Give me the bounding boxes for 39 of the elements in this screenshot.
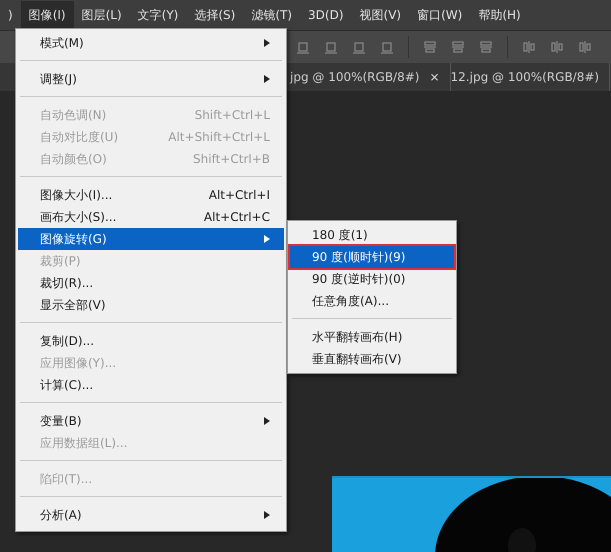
menu-bar-item[interactable]: 帮助(H) [470,0,529,30]
menu-item[interactable]: 复制(D)... [18,330,284,352]
menu-bar-item[interactable]: 选择(S) [186,0,244,30]
menu-bar-item[interactable]: 图层(L) [74,0,130,30]
menu-item[interactable]: 画布大小(S)... Alt+Ctrl+C [18,206,284,228]
align-icon[interactable] [423,40,437,54]
menu-bar-item[interactable]: 图像(I) [20,0,74,30]
align-icon[interactable] [479,40,493,54]
menu-bar-item[interactable]: 3D(D) [300,2,352,28]
align-icon[interactable] [352,40,366,54]
menu-bar-item[interactable]: 文字(Y) [130,0,186,30]
menu-item[interactable]: 水平翻转画布(H) [290,326,454,348]
tab-title: 12.jpg @ 100%(RGB/8#) [450,70,600,84]
close-tab-button[interactable]: × [429,70,440,84]
menu-item[interactable]: 任意角度(A)... [290,290,454,312]
align-icon[interactable] [324,40,338,54]
align-icon[interactable] [296,40,310,54]
align-icon[interactable] [451,40,465,54]
menu-item[interactable]: 变量(B) [18,410,284,432]
menu-bar-item[interactable]: 视图(V) [352,0,410,30]
menu-item[interactable]: 图像旋转(G) [18,228,284,250]
menu-bar-item[interactable]: ) [0,2,21,28]
menu-item[interactable]: 90 度(逆时针)(0) [290,268,454,290]
menu-item[interactable]: 90 度(顺时针)(9) [290,246,454,268]
menu-item[interactable]: 调整(J) [18,68,284,90]
menu-item[interactable]: 垂直翻转画布(V) [290,348,454,370]
menu-item[interactable]: 图像大小(I)... Alt+Ctrl+I [18,184,284,206]
menu-item[interactable]: 显示全部(V) [18,294,284,316]
align-icon[interactable] [550,40,564,54]
align-icon[interactable] [380,40,394,54]
menu-bar-item[interactable]: 滤镜(T) [243,0,300,30]
menu-item[interactable]: 计算(C)... [18,374,284,396]
menu-item[interactable]: 分析(A) [18,504,284,526]
menu-bar-item[interactable]: 窗口(W) [409,0,470,30]
tab-title: jpg @ 100%(RGB/8#) [290,70,420,84]
align-icon[interactable] [578,40,592,54]
menu-item[interactable]: 180 度(1) [290,224,454,246]
align-icon[interactable] [522,40,536,54]
menu-item[interactable]: 裁切(R)... [18,272,284,294]
